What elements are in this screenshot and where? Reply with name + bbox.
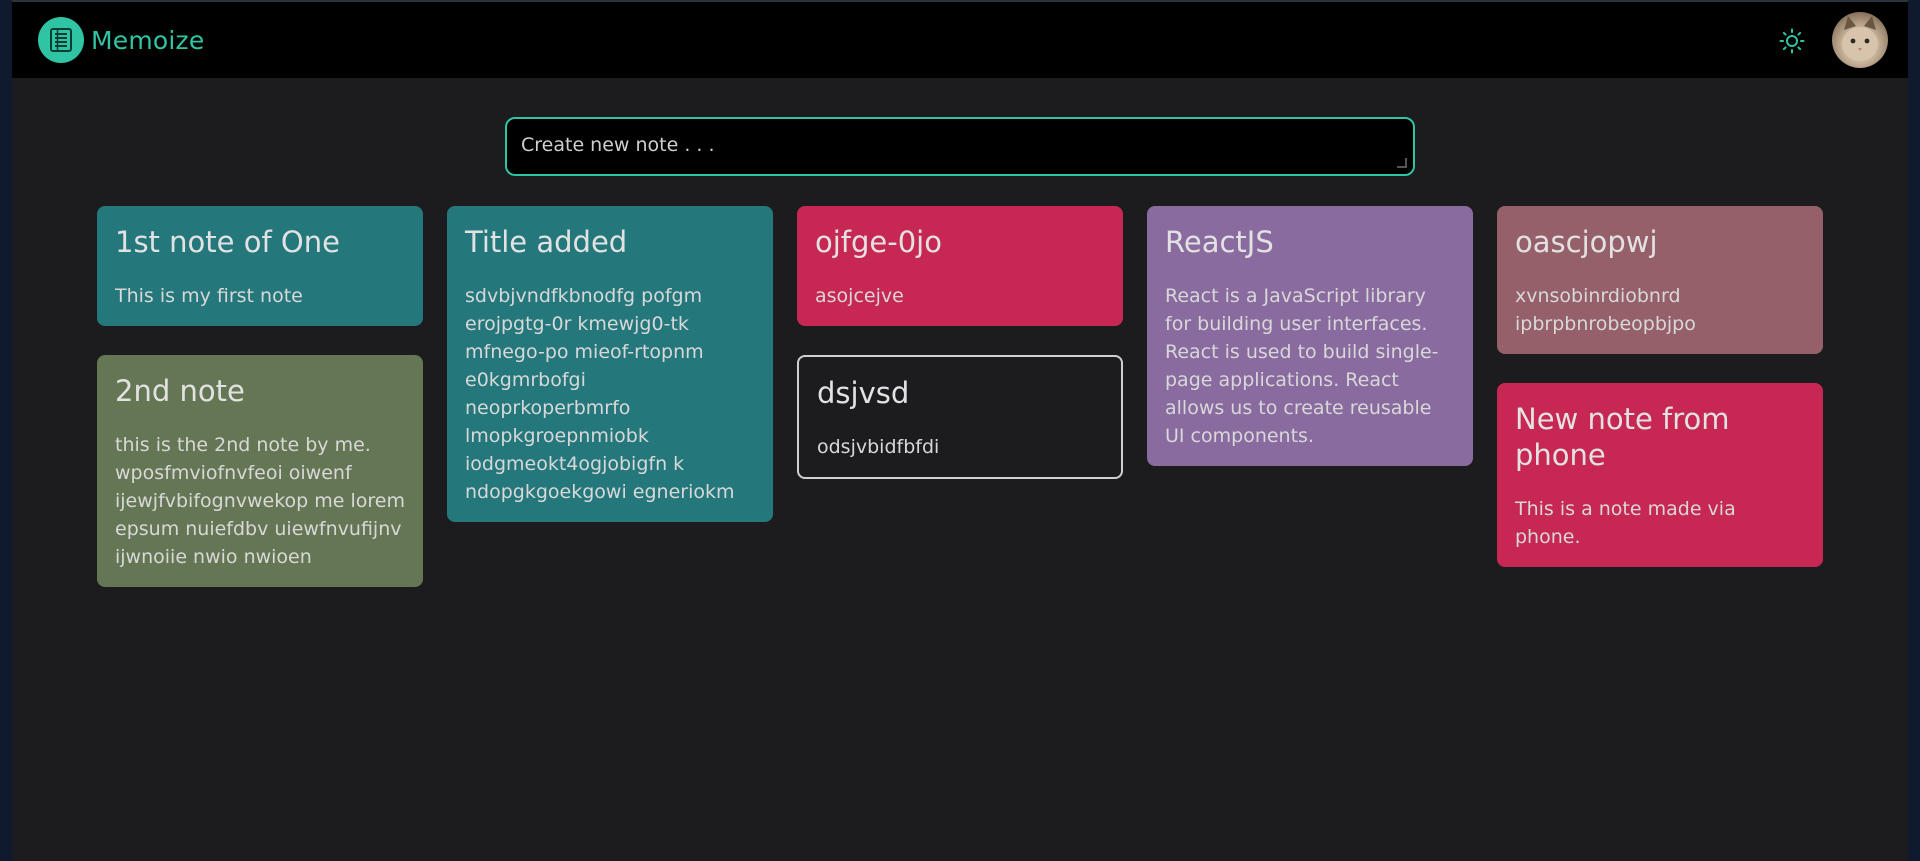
note-title: 1st note of One xyxy=(115,225,340,259)
note-column: 1st note of One This is my first note 2nd … xyxy=(97,206,423,616)
note-column: oascjopwj xvnsobinrdiobnrd ipbrpbnrobeopb… xyxy=(1497,206,1823,596)
note-body: This is a note made via phone. xyxy=(1515,498,1736,548)
note-card[interactable]: New note from phone This is a note made v… xyxy=(1497,383,1823,567)
note-column: ojfge-0jo asojcejve dsjvsd odsjvbidfbfdi xyxy=(797,206,1123,508)
brand[interactable]: Memoize xyxy=(38,17,204,63)
note-body: odsjvbidfbfdi xyxy=(817,436,940,458)
resize-grip-icon[interactable] xyxy=(1397,158,1407,168)
create-note-input[interactable]: Create new note . . . xyxy=(505,117,1415,176)
note-body: this is the 2nd note by me. wposfmviofnv… xyxy=(115,434,406,568)
note-card[interactable]: 2nd note this is the 2nd note by me. wpos… xyxy=(97,355,423,587)
user-avatar[interactable] xyxy=(1832,12,1888,68)
note-card[interactable]: ReactJS React is a JavaScript library for… xyxy=(1147,206,1473,466)
note-title: Title added xyxy=(465,225,628,259)
app-window: Memoize Create new note . . . 1st note o… xyxy=(12,0,1908,861)
note-column: Title added sdvbjvndfkbnodfg pofgm erojpg… xyxy=(447,206,773,551)
note-card[interactable]: oascjopwj xvnsobinrdiobnrd ipbrpbnrobeopb… xyxy=(1497,206,1823,354)
note-title: ojfge-0jo xyxy=(815,225,942,259)
note-title: New note from phone xyxy=(1515,402,1730,472)
create-note-placeholder: Create new note . . . xyxy=(521,134,715,156)
notes-list-icon xyxy=(38,17,84,63)
note-title: dsjvsd xyxy=(817,376,910,410)
note-body: This is my first note xyxy=(115,285,303,307)
note-card[interactable]: dsjvsd odsjvbidfbfdi xyxy=(797,355,1123,479)
app-name: Memoize xyxy=(91,25,205,55)
note-card[interactable]: 1st note of One This is my first note xyxy=(97,206,423,326)
note-title: ReactJS xyxy=(1165,225,1274,259)
top-navbar: Memoize xyxy=(12,2,1908,78)
note-card[interactable]: Title added sdvbjvndfkbnodfg pofgm erojpg… xyxy=(447,206,773,522)
note-body: asojcejve xyxy=(815,285,904,307)
note-card[interactable]: ojfge-0jo asojcejve xyxy=(797,206,1123,326)
note-title: oascjopwj xyxy=(1515,225,1658,259)
note-title: 2nd note xyxy=(115,374,245,408)
note-body: xvnsobinrdiobnrd ipbrpbnrobeopbjpo xyxy=(1515,285,1696,335)
note-column: ReactJS React is a JavaScript library for… xyxy=(1147,206,1473,495)
note-body: sdvbjvndfkbnodfg pofgm erojpgtg-0r kmewj… xyxy=(465,285,735,503)
sun-icon[interactable] xyxy=(1779,28,1805,54)
note-body: React is a JavaScript library for buildi… xyxy=(1165,285,1439,447)
